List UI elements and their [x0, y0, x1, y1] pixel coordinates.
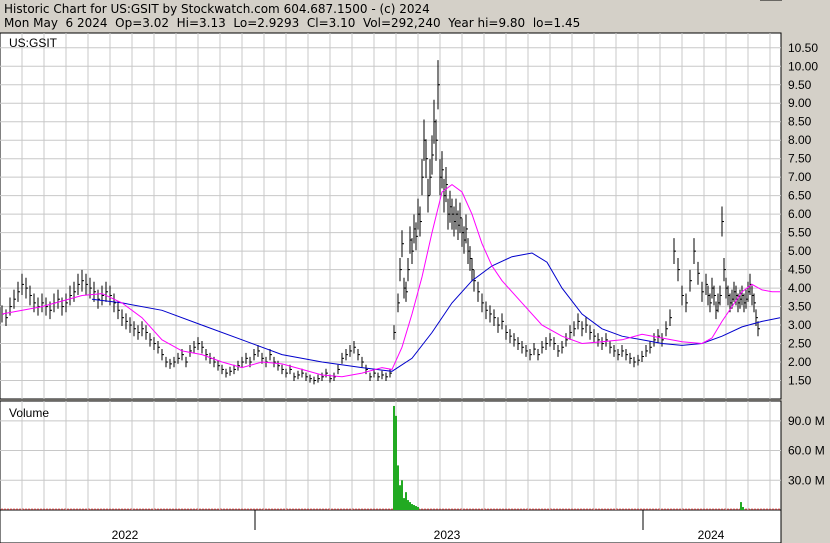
volume-spike-bar [399, 485, 401, 510]
price-tick-label: 10.00 [788, 59, 818, 73]
price-tick-label: 2.00 [788, 355, 812, 369]
volume-spike-bar [395, 415, 397, 510]
price-tick-label: 3.00 [788, 318, 812, 332]
volume-spike-bar [401, 480, 403, 510]
volume-spike-bar [417, 507, 419, 510]
volume-spike-bar [411, 504, 413, 510]
volume-tick-label: 30.0 M [788, 473, 825, 487]
volume-spike-bar [407, 500, 409, 510]
chart-area: 1.50 2.00 2.50 3.00 3.50 4.00 4.50 5.00 5.50 6.00… [0, 0, 825, 543]
price-tick-label: 10.50 [788, 41, 818, 55]
volume-spike-bar [393, 405, 395, 510]
volume-tick-label: 60.0 M [788, 444, 825, 458]
volume-label: Volume [9, 406, 49, 420]
volume-spike-bar [413, 505, 415, 510]
chart-symbol-label: US:GSIT [9, 36, 58, 50]
price-tick-label: 1.50 [788, 374, 812, 388]
volume-spike-bar [405, 492, 407, 510]
year-label: 2022 [112, 528, 139, 542]
price-tick-label: 8.50 [788, 115, 812, 129]
price-tick-label: 5.50 [788, 226, 812, 240]
price-tick-label: 4.50 [788, 263, 812, 277]
volume-spike-bar [740, 502, 742, 510]
price-tick-label: 3.50 [788, 300, 812, 314]
volume-spike-bar [403, 498, 405, 510]
volume-spike-bar [397, 465, 399, 510]
price-tick-label: 5.00 [788, 244, 812, 258]
price-tick-label: 7.00 [788, 170, 812, 184]
year-label: 2024 [698, 528, 725, 542]
volume-panel [0, 400, 782, 511]
price-tick-label: 2.50 [788, 337, 812, 351]
year-label: 2023 [434, 528, 461, 542]
volume-spike-bar [415, 506, 417, 510]
price-tick-label: 9.50 [788, 78, 812, 92]
volume-spike-bar [742, 507, 744, 510]
price-tick-label: 9.00 [788, 96, 812, 110]
volume-spike-bar [409, 502, 411, 510]
price-tick-label: 6.00 [788, 207, 812, 221]
price-tick-label: 6.50 [788, 189, 812, 203]
volume-tick-label: 90.0 M [788, 414, 825, 428]
price-tick-label: 8.00 [788, 133, 812, 147]
price-tick-label: 7.50 [788, 152, 812, 166]
price-tick-label: 4.00 [788, 281, 812, 295]
